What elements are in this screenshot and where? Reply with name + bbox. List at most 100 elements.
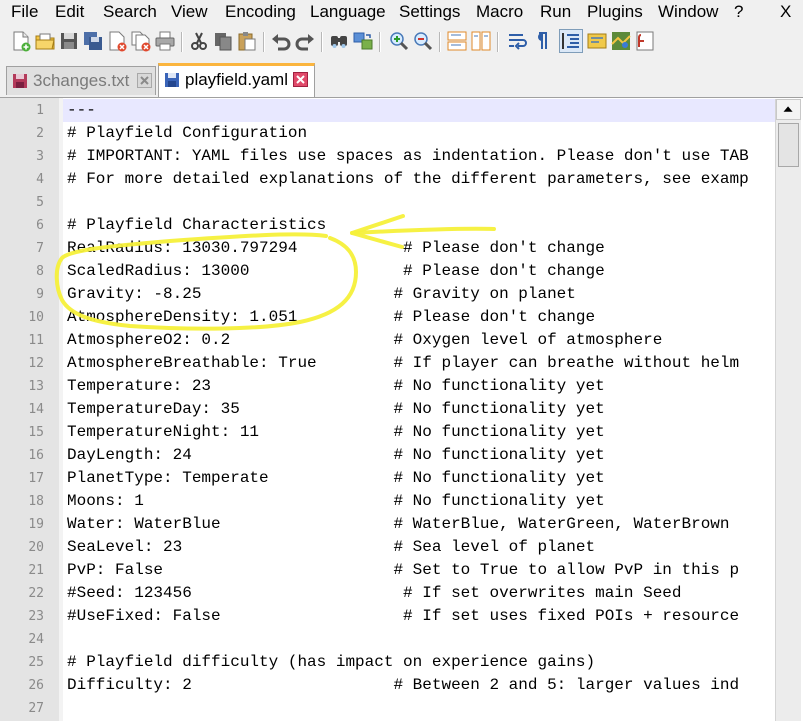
code-line[interactable]: Water: WaterBlue # WaterBlue, WaterGreen… [63, 513, 775, 536]
line-number[interactable]: 11 [0, 329, 44, 352]
line-number[interactable]: 8 [0, 260, 44, 283]
new-file-icon[interactable] [10, 30, 32, 52]
menu-help[interactable]: ? [734, 1, 743, 23]
indent-guide-icon[interactable] [559, 29, 583, 53]
line-number[interactable]: 26 [0, 674, 44, 697]
line-number[interactable]: 4 [0, 168, 44, 191]
line-number[interactable]: 3 [0, 145, 44, 168]
replace-icon[interactable] [352, 30, 374, 52]
menu-settings[interactable]: Settings [399, 1, 460, 23]
code-line[interactable]: # For more detailed explanations of the … [63, 168, 775, 191]
code-line[interactable]: # Playfield Characteristics [63, 214, 775, 237]
show-all-characters-icon[interactable] [530, 30, 552, 52]
code-line[interactable]: TemperatureDay: 35 # No functionality ye… [63, 398, 775, 421]
tab-close-icon[interactable] [293, 72, 308, 87]
code-line[interactable]: Moons: 1 # No functionality yet [63, 490, 775, 513]
code-line[interactable] [63, 191, 775, 214]
code-line[interactable]: PlanetType: Temperate # No functionality… [63, 467, 775, 490]
user-defined-language-icon[interactable] [586, 30, 608, 52]
save-icon[interactable] [58, 30, 80, 52]
doc-map-icon[interactable] [610, 30, 632, 52]
sync-vertical-icon[interactable] [446, 30, 468, 52]
zoom-in-icon[interactable] [388, 30, 410, 52]
line-number[interactable]: 7 [0, 237, 44, 260]
line-number[interactable]: 25 [0, 651, 44, 674]
line-number[interactable]: 20 [0, 536, 44, 559]
line-number[interactable]: 12 [0, 352, 44, 375]
menu-window[interactable]: Window [658, 1, 718, 23]
scroll-up-button[interactable] [776, 99, 801, 120]
line-number[interactable]: 24 [0, 628, 44, 651]
tab-playfield-yaml[interactable]: playfield.yaml [158, 63, 315, 97]
print-icon[interactable] [154, 30, 176, 52]
close-all-icon[interactable] [130, 30, 152, 52]
code-line[interactable] [63, 697, 775, 720]
code-line[interactable]: AtmosphereDensity: 1.051 # Please don't … [63, 306, 775, 329]
code-line[interactable]: ScaledRadius: 13000 # Please don't chang… [63, 260, 775, 283]
line-number[interactable]: 27 [0, 697, 44, 720]
code-line[interactable]: DayLength: 24 # No functionality yet [63, 444, 775, 467]
line-number[interactable]: 10 [0, 306, 44, 329]
line-number[interactable]: 2 [0, 122, 44, 145]
menu-plugins[interactable]: Plugins [587, 1, 643, 23]
menu-view[interactable]: View [171, 1, 208, 23]
close-document-button[interactable]: X [780, 1, 791, 23]
code-line[interactable]: --- [63, 99, 775, 122]
line-number[interactable]: 16 [0, 444, 44, 467]
menu-search[interactable]: Search [103, 1, 157, 23]
line-number[interactable]: 22 [0, 582, 44, 605]
undo-icon[interactable] [270, 30, 292, 52]
line-number[interactable]: 21 [0, 559, 44, 582]
menu-encoding[interactable]: Encoding [225, 1, 296, 23]
scrollbar-thumb[interactable] [778, 123, 799, 167]
vertical-scrollbar[interactable] [775, 99, 801, 721]
line-number[interactable]: 1 [0, 99, 44, 122]
code-line[interactable]: AtmosphereBreathable: True # If player c… [63, 352, 775, 375]
word-wrap-icon[interactable] [506, 30, 528, 52]
tab-close-icon[interactable] [137, 73, 152, 88]
zoom-out-icon[interactable] [412, 30, 434, 52]
editor-pane[interactable]: 1 2 3 4 5 6 7 8 9 10 11 12 13 14 15 16 17 18 19 20 21 22 23 24 2… [0, 97, 803, 721]
function-list-icon[interactable] [634, 30, 656, 52]
code-line[interactable]: RealRadius: 13030.797294 # Please don't … [63, 237, 775, 260]
menu-edit[interactable]: Edit [55, 1, 84, 23]
code-line[interactable]: #UseFixed: False # If set uses fixed POI… [63, 605, 775, 628]
line-number[interactable]: 13 [0, 375, 44, 398]
menu-language[interactable]: Language [310, 1, 386, 23]
close-icon[interactable] [106, 30, 128, 52]
cut-icon[interactable] [188, 30, 210, 52]
code-line[interactable]: Gravity: -8.25 # Gravity on planet [63, 283, 775, 306]
code-line[interactable]: SeaLevel: 23 # Sea level of planet [63, 536, 775, 559]
text-area[interactable]: --- # Playfield Configuration # IMPORTANT:… [63, 98, 775, 721]
sync-horizontal-icon[interactable] [470, 30, 492, 52]
paste-icon[interactable] [236, 30, 258, 52]
code-line[interactable]: Temperature: 23 # No functionality yet [63, 375, 775, 398]
line-number[interactable]: 17 [0, 467, 44, 490]
code-line[interactable]: PvP: False # Set to True to allow PvP in… [63, 559, 775, 582]
menu-file[interactable]: File [11, 1, 38, 23]
line-number[interactable]: 5 [0, 191, 44, 214]
line-number[interactable]: 19 [0, 513, 44, 536]
code-line[interactable]: #Seed: 123456 # If set overwrites main S… [63, 582, 775, 605]
redo-icon[interactable] [294, 30, 316, 52]
code-line[interactable]: # IMPORTANT: YAML files use spaces as in… [63, 145, 775, 168]
menu-macro[interactable]: Macro [476, 1, 523, 23]
copy-icon[interactable] [212, 30, 234, 52]
line-number[interactable]: 18 [0, 490, 44, 513]
code-line[interactable]: TemperatureNight: 11 # No functionality … [63, 421, 775, 444]
open-file-icon[interactable] [34, 30, 56, 52]
code-line[interactable]: # Playfield Configuration [63, 122, 775, 145]
code-line[interactable]: Difficulty: 2 # Between 2 and 5: larger … [63, 674, 775, 697]
line-number[interactable]: 6 [0, 214, 44, 237]
save-all-icon[interactable] [82, 30, 104, 52]
code-line[interactable] [63, 628, 775, 651]
line-number[interactable]: 14 [0, 398, 44, 421]
code-line[interactable]: # Playfield difficulty (has impact on ex… [63, 651, 775, 674]
code-line[interactable]: AtmosphereO2: 0.2 # Oxygen level of atmo… [63, 329, 775, 352]
line-number[interactable]: 23 [0, 605, 44, 628]
line-number[interactable]: 9 [0, 283, 44, 306]
menu-run[interactable]: Run [540, 1, 571, 23]
line-number-gutter[interactable]: 1 2 3 4 5 6 7 8 9 10 11 12 13 14 15 16 17 18 19 20 21 22 23 24 2… [0, 98, 59, 721]
line-number[interactable]: 15 [0, 421, 44, 444]
find-icon[interactable] [328, 30, 350, 52]
